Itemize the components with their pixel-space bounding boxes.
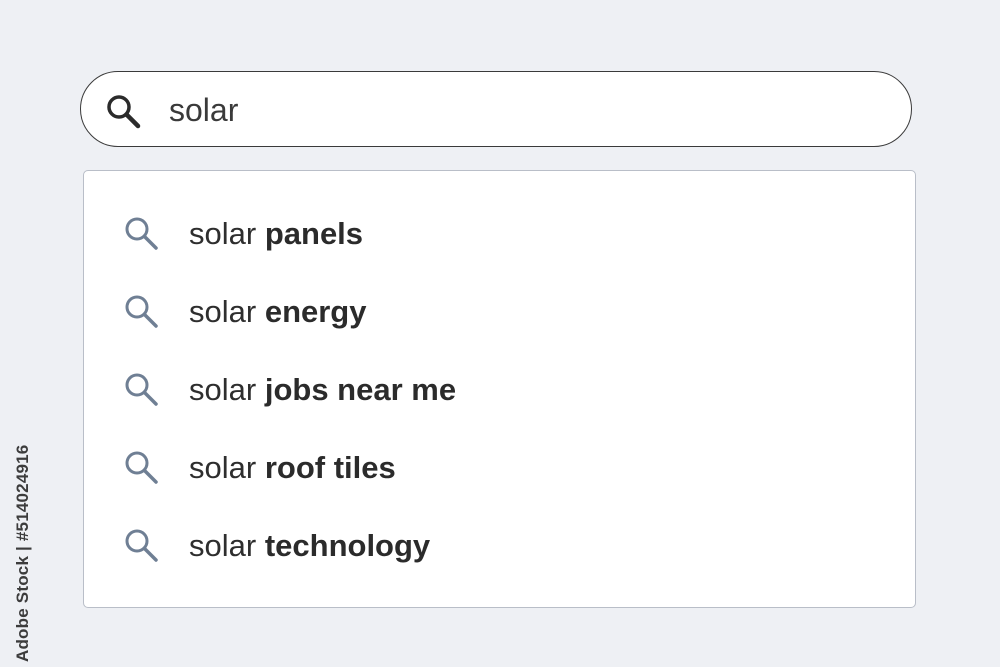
suggestion-completion: jobs near me bbox=[264, 372, 457, 407]
suggestion-prefix: solar bbox=[189, 294, 257, 329]
search-input[interactable]: solar bbox=[169, 92, 238, 128]
suggestion-prefix: solar bbox=[189, 450, 257, 485]
search-icon bbox=[122, 448, 162, 488]
search-icon bbox=[122, 214, 162, 254]
suggestion-completion: roof tiles bbox=[264, 450, 396, 485]
suggestion-text: solar panels bbox=[189, 216, 363, 252]
suggestion-item[interactable]: solar panels bbox=[84, 203, 915, 263]
suggestion-prefix: solar bbox=[189, 372, 257, 407]
suggestion-completion: technology bbox=[264, 528, 431, 563]
suggestion-item[interactable]: solar roof tiles bbox=[84, 437, 915, 497]
suggestion-item[interactable]: solar energy bbox=[84, 281, 915, 341]
suggestion-text: solar technology bbox=[189, 528, 430, 564]
search-icon[interactable] bbox=[103, 91, 143, 131]
suggestion-text: solar roof tiles bbox=[189, 450, 396, 486]
suggestion-prefix: solar bbox=[189, 216, 257, 251]
search-icon bbox=[122, 292, 162, 332]
search-icon bbox=[122, 526, 162, 566]
search-bar[interactable]: solar bbox=[80, 71, 912, 147]
suggestion-completion: energy bbox=[264, 294, 367, 329]
suggestion-prefix: solar bbox=[189, 528, 257, 563]
suggestions-dropdown: solar panels solar energy solar jobs nea… bbox=[83, 170, 916, 608]
suggestion-item[interactable]: solar jobs near me bbox=[84, 359, 915, 419]
suggestion-text: solar jobs near me bbox=[189, 372, 456, 408]
stock-id-watermark: Adobe Stock | #514024916 bbox=[13, 444, 32, 662]
suggestion-item[interactable]: solar technology bbox=[84, 515, 915, 575]
search-icon bbox=[122, 370, 162, 410]
suggestion-text: solar energy bbox=[189, 294, 367, 330]
suggestion-completion: panels bbox=[264, 216, 364, 251]
